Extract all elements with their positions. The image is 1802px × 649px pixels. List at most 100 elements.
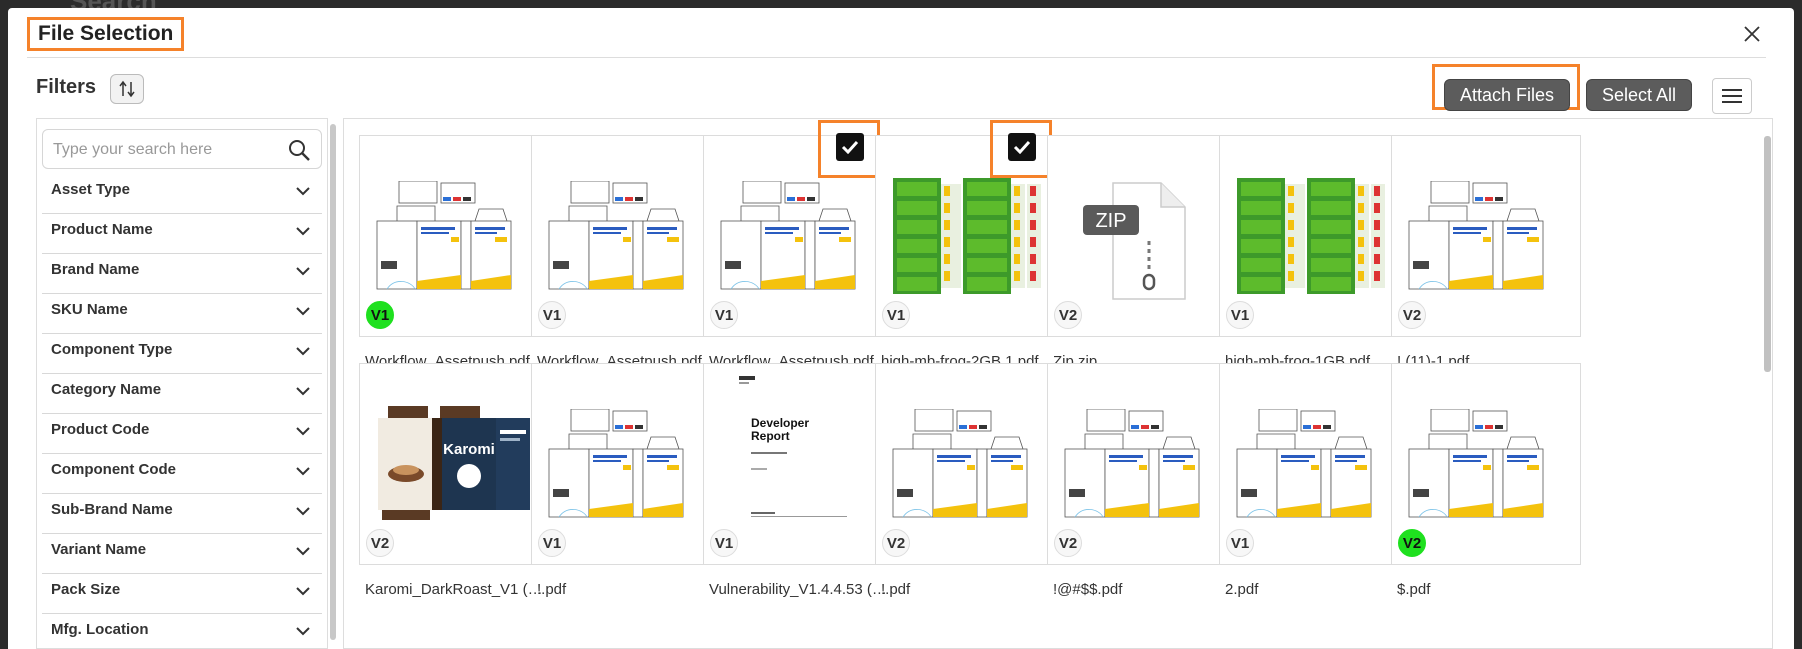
file-thumbnail[interactable]: V1 (1219, 363, 1409, 565)
file-card[interactable]: V1 high-mb-frog-1GB.pdf (1219, 135, 1409, 370)
file-card[interactable]: ZIP V2 Zip.zip (1047, 135, 1237, 370)
filter-asset-type[interactable]: Asset Type (42, 174, 322, 214)
file-thumbnail[interactable]: V1 (1219, 135, 1409, 337)
version-badge: V2 (1054, 529, 1082, 557)
file-thumbnail[interactable]: Karomi V2 (359, 363, 549, 565)
version-badge: V2 (882, 529, 910, 557)
file-name: Karomi_DarkRoast_V1 (3… (365, 581, 547, 598)
filter-sidebar: Asset Type Product Name Brand Name SKU N… (36, 118, 328, 649)
file-name: !.pdf (881, 581, 911, 598)
file-thumbnail[interactable]: V1 (531, 363, 721, 565)
filter-component-type[interactable]: Component Type (42, 334, 322, 374)
search-box (42, 129, 322, 170)
sidebar-scrollbar[interactable] (330, 124, 336, 640)
carton-dieline-thumbnail (720, 181, 856, 290)
chevron-down-icon (296, 347, 310, 356)
menu-button[interactable] (1712, 78, 1752, 114)
file-name: !.pdf (537, 581, 567, 598)
file-name: Vulnerability_V1.4.4.53 (1… (709, 581, 891, 598)
file-card[interactable]: Developer Report V1 Vulnerability_V1.4.4.53… (703, 363, 893, 598)
version-badge: V2 (366, 529, 394, 557)
coffee-carton-thumbnail: Karomi (378, 406, 530, 520)
chevron-down-icon (296, 427, 310, 436)
filter-label: Asset Type (51, 181, 130, 198)
grid-scrollbar[interactable] (1764, 136, 1771, 372)
hamburger-icon (1722, 89, 1742, 103)
filter-label: Sub-Brand Name (51, 501, 173, 518)
filter-category-name[interactable]: Category Name (42, 374, 322, 414)
sort-arrows-icon (119, 80, 135, 98)
sort-button[interactable] (110, 74, 144, 104)
file-grid: V1 Workflow_Assetpush.pdf V1 Workflow_Asset… (343, 118, 1773, 649)
carton-dieline-thumbnail (1408, 181, 1544, 290)
file-name: 2.pdf (1225, 581, 1259, 598)
filter-product-code[interactable]: Product Code (42, 414, 322, 454)
filter-variant-name[interactable]: Variant Name (42, 534, 322, 574)
filter-label: Component Type (51, 341, 173, 358)
chevron-down-icon (296, 187, 310, 196)
file-thumbnail[interactable]: V2 (1391, 363, 1581, 565)
file-checkbox[interactable] (1008, 133, 1036, 161)
filter-list: Asset Type Product Name Brand Name SKU N… (42, 174, 322, 648)
file-thumbnail[interactable]: ZIP V2 (1047, 135, 1237, 337)
filter-label: Product Name (51, 221, 153, 238)
file-card[interactable]: V2! (11)-1.pdf (1391, 135, 1581, 370)
version-badge: V1 (538, 301, 566, 329)
filter-mfg-location[interactable]: Mfg. Location (42, 614, 322, 648)
file-thumbnail[interactable]: V1 (531, 135, 721, 337)
checkmark-icon (841, 140, 859, 154)
carton-dieline-thumbnail (1236, 409, 1372, 518)
file-thumbnail[interactable]: V2 (1047, 363, 1237, 565)
file-thumbnail[interactable]: V2 (1391, 135, 1581, 337)
file-card[interactable]: V1 !.pdf (531, 363, 721, 598)
file-card[interactable]: V1 Workflow_Assetpush.pdf (359, 135, 549, 370)
filter-label: SKU Name (51, 301, 128, 318)
close-icon[interactable] (1740, 22, 1764, 46)
carton-dieline-thumbnail (548, 181, 684, 290)
version-badge: V1 (366, 301, 394, 329)
filter-label: Category Name (51, 381, 162, 398)
carton-dieline-thumbnail (892, 409, 1028, 518)
chevron-down-icon (296, 267, 310, 276)
filters-heading: Filters (36, 76, 97, 98)
file-card[interactable]: V2 !.pdf (875, 363, 1065, 598)
search-input[interactable] (43, 130, 295, 170)
zip-file-icon: ZIP (1083, 182, 1186, 300)
filter-label: Pack Size (51, 581, 121, 598)
frog-artwork-thumbnail (1237, 178, 1385, 294)
file-thumbnail[interactable]: V1 (359, 135, 549, 337)
file-thumbnail[interactable]: V2 (875, 363, 1065, 565)
svg-text:Developer: Developer (751, 416, 809, 430)
filter-component-code[interactable]: Component Code (42, 454, 322, 494)
filter-pack-size[interactable]: Pack Size (42, 574, 322, 614)
filter-brand-name[interactable]: Brand Name (42, 254, 322, 294)
chevron-down-icon (296, 627, 310, 636)
version-badge: V1 (1226, 529, 1254, 557)
file-checkbox[interactable] (836, 133, 864, 161)
file-thumbnail[interactable]: Developer Report V1 (703, 363, 893, 565)
filter-label: Brand Name (51, 261, 140, 278)
svg-text:Karomi: Karomi (443, 441, 495, 458)
filter-sub-brand-name[interactable]: Sub-Brand Name (42, 494, 322, 534)
attach-files-button[interactable]: Attach Files (1444, 79, 1570, 111)
filter-product-name[interactable]: Product Name (42, 214, 322, 254)
svg-text:ZIP: ZIP (1095, 210, 1126, 232)
selected-checkbox-highlight (990, 120, 1052, 178)
version-badge: V2 (1398, 529, 1426, 557)
file-card[interactable]: Karomi V2 Karomi_DarkRoast_V1 (3… (359, 363, 549, 598)
file-card[interactable]: V1 2.pdf (1219, 363, 1409, 598)
select-all-button[interactable]: Select All (1586, 79, 1692, 111)
carton-dieline-thumbnail (548, 409, 684, 518)
svg-text:Report: Report (751, 429, 790, 443)
file-card[interactable]: V2 $.pdf (1391, 363, 1581, 598)
carton-dieline-thumbnail (1064, 409, 1200, 518)
filter-sku-name[interactable]: SKU Name (42, 294, 322, 334)
version-badge: V1 (1226, 301, 1254, 329)
header-divider (27, 57, 1766, 58)
file-card[interactable]: V1 Workflow_Assetpush.pdf (531, 135, 721, 370)
filter-label: Mfg. Location (51, 621, 149, 638)
search-icon[interactable] (287, 138, 311, 162)
chevron-down-icon (296, 307, 310, 316)
version-badge: V1 (710, 529, 738, 557)
file-card[interactable]: V2 !@#$$.pdf (1047, 363, 1237, 598)
